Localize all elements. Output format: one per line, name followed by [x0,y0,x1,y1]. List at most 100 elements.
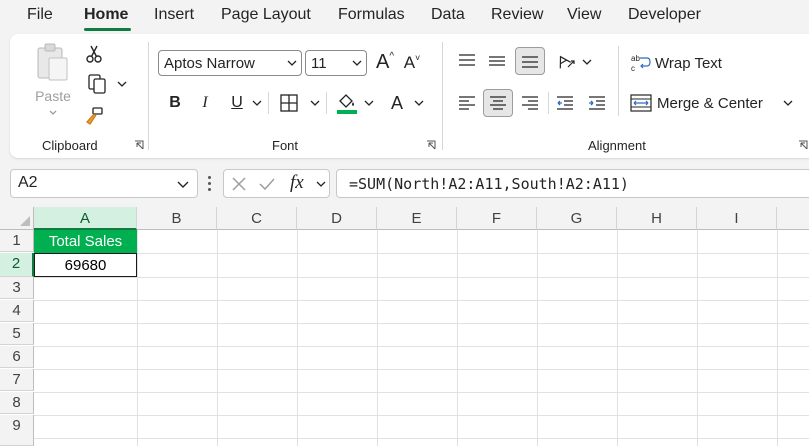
row-header-4[interactable]: 4 [0,300,34,322]
row-header-8[interactable]: 8 [0,392,34,414]
underline-button[interactable]: U [226,90,248,116]
cell-a2[interactable]: 69680 [34,253,137,277]
row-header-6[interactable]: 6 [0,346,34,368]
align-bottom-icon [522,56,538,68]
grow-font-button[interactable]: A ^ [372,48,398,76]
decrease-indent-button[interactable] [552,90,578,116]
gridline [34,369,809,370]
row-header-5[interactable]: 5 [0,323,34,345]
row-header-9[interactable]: 9 [0,415,34,446]
column-header-e[interactable]: E [377,207,457,230]
vertical-ellipsis-icon[interactable] [208,176,211,192]
shrink-font-button[interactable]: A ˅ [400,50,424,76]
column-header-j[interactable] [777,207,809,230]
svg-text:ab: ab [631,54,640,63]
menu-bar: File Home Insert Page Layout Formulas Da… [0,0,809,34]
orientation-button[interactable] [552,48,578,74]
paste-button[interactable]: Paste [28,42,78,122]
caret-down-small-icon: ˅ [415,53,421,63]
chevron-down-icon[interactable] [252,100,262,106]
fill-color-button[interactable] [334,88,360,118]
ribbon-divider [326,92,327,114]
gridline [34,438,809,439]
name-box[interactable]: A2 [10,169,198,198]
column-header-f[interactable]: F [457,207,537,230]
align-right-button[interactable] [517,90,543,116]
column-header-a[interactable]: A [34,207,137,230]
ribbon-divider [148,42,149,150]
increase-indent-button[interactable] [584,90,610,116]
gridline [34,323,809,324]
top-align-button[interactable] [454,48,480,74]
tab-data[interactable]: Data [431,6,465,24]
tab-view[interactable]: View [567,6,601,24]
column-header-d[interactable]: D [297,207,377,230]
align-center-button[interactable] [483,89,513,117]
font-color-button[interactable]: A [384,88,410,118]
gridline [34,253,809,254]
copy-button[interactable] [82,72,132,96]
tab-insert[interactable]: Insert [154,6,194,24]
dialog-launcher-icon[interactable] [426,140,436,150]
chevron-down-icon[interactable] [582,59,592,65]
ribbon-divider [442,42,443,150]
wrap-text-button[interactable]: ab c Wrap Text [630,50,740,76]
row-header-7[interactable]: 7 [0,369,34,391]
column-header-g[interactable]: G [537,207,617,230]
font-name-select[interactable]: Aptos Narrow [158,50,302,76]
gridline [457,230,458,446]
chevron-down-icon[interactable] [414,100,424,106]
copy-icon [88,74,106,94]
select-all-corner[interactable] [0,207,34,230]
row-header-2[interactable]: 2 [0,253,34,277]
font-size-select[interactable]: 11 [305,50,367,76]
tab-file[interactable]: File [27,6,53,24]
dialog-launcher-icon[interactable] [798,140,808,150]
chevron-down-icon[interactable] [783,100,793,106]
fill-color-swatch [337,110,357,114]
svg-text:c: c [631,64,635,73]
gridline [34,415,809,416]
tab-formulas[interactable]: Formulas [338,6,405,24]
italic-button[interactable]: I [194,90,216,116]
font-name-value: Aptos Narrow [164,54,255,72]
gridline [777,230,778,446]
borders-button[interactable] [276,90,302,116]
row-header-3[interactable]: 3 [0,277,34,299]
tab-review[interactable]: Review [491,6,543,24]
middle-align-button[interactable] [484,48,510,74]
bold-button[interactable]: B [164,90,186,116]
align-center-icon [490,96,506,110]
column-header-b[interactable]: B [137,207,217,230]
chevron-down-icon[interactable] [316,181,326,187]
decrease-indent-icon [557,96,573,110]
insert-function-button[interactable]: fx [290,172,304,194]
font-size-value: 11 [311,54,327,72]
column-header-c[interactable]: C [217,207,297,230]
worksheet-grid[interactable]: A B C D E F G H I 1 2 3 4 5 6 7 8 9 Tota… [0,207,809,446]
column-header-h[interactable]: H [617,207,697,230]
tab-developer[interactable]: Developer [628,6,701,24]
chevron-down-icon[interactable] [177,181,189,189]
cell-a1[interactable]: Total Sales [34,230,137,253]
tab-page-layout[interactable]: Page Layout [221,6,311,24]
format-painter-button[interactable] [82,104,106,128]
increase-indent-icon [589,96,605,110]
merge-center-button[interactable]: Merge & Center [630,90,765,116]
tab-home[interactable]: Home [84,6,128,24]
formula-input[interactable]: =SUM(North!A2:A11,South!A2:A11) [336,169,809,198]
chevron-down-icon[interactable] [310,100,320,106]
dialog-launcher-icon[interactable] [134,140,144,150]
gridline [617,230,618,446]
column-header-i[interactable]: I [697,207,777,230]
bottom-align-button[interactable] [515,47,545,75]
cut-button[interactable] [82,42,106,66]
gridline [377,230,378,446]
align-left-button[interactable] [454,90,480,116]
enter-check-icon[interactable] [258,176,276,192]
cancel-icon[interactable] [231,176,247,192]
chevron-down-icon[interactable] [364,100,374,106]
chevron-down-icon [117,81,127,87]
ribbon-divider [548,92,549,114]
row-header-1[interactable]: 1 [0,230,34,252]
